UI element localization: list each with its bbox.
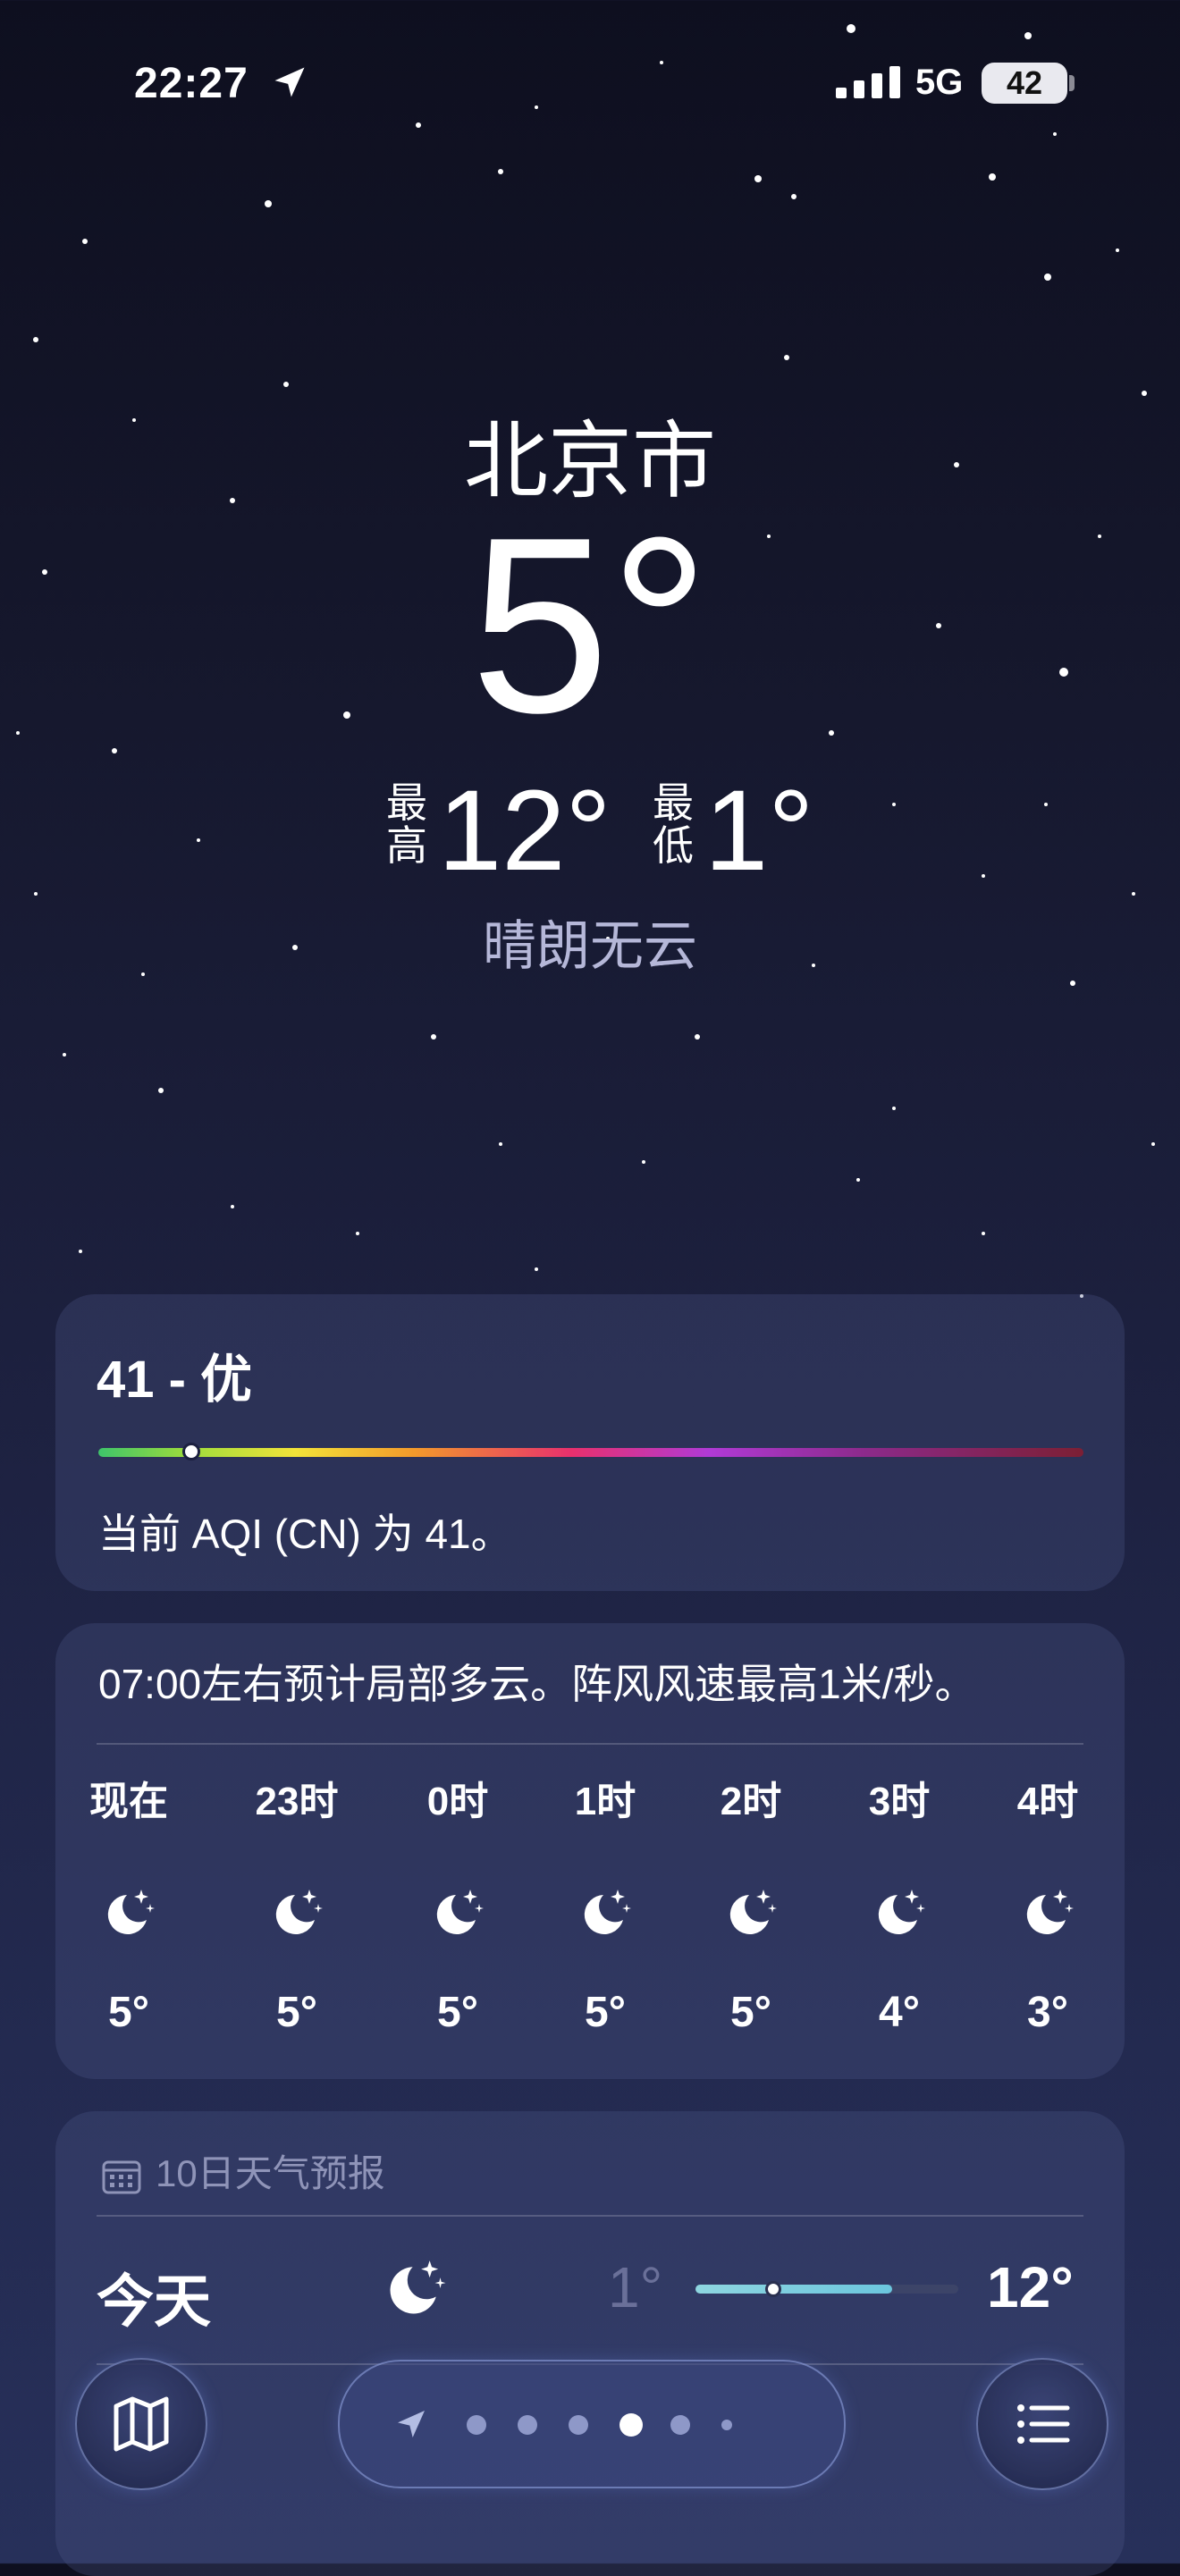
hourly-summary: 07:00左右预计局部多云。阵风风速最高1米/秒。 [98,1661,976,1707]
low-temperature: 1° [704,767,814,895]
hourly-item: 23时 5° [234,1775,359,2037]
map-icon [114,2396,169,2452]
divider [97,1743,1083,1745]
high-temperature: 12° [438,767,611,895]
forecast-low: 1° [608,2255,663,2319]
hourly-item: 现在 5° [66,1775,191,2037]
hour-temperature: 5° [585,1989,626,2036]
status-bar: 22:27 5G 42 [0,54,1180,116]
hourly-forecast-card[interactable]: 07:00左右预计局部多云。阵风风速最高1米/秒。 现在 5° 23时 5° 0时 5° 1… [55,1623,1125,2079]
hourly-item: 3时 4° [837,1775,962,2037]
city-list-button[interactable] [976,2358,1108,2490]
hourly-item: 1时 5° [543,1775,668,2037]
moon-stars-icon [1026,1890,1074,1934]
hour-label: 23时 [255,1780,339,1823]
hour-temperature: 5° [730,1989,771,2036]
forecast-header: 10日天气预报 [102,2143,385,2198]
location-arrow-icon [274,67,305,97]
hour-label: 0时 [426,1780,489,1823]
high-label: 最高 [386,779,427,869]
moon-stars-icon [390,2260,446,2314]
hour-temperature: 5° [108,1989,149,2036]
status-time: 22:27 [134,60,249,107]
hourly-item: 2时 5° [688,1775,813,2037]
list-icon [1017,2404,1070,2444]
temperature-range-fill [695,2285,892,2294]
forecast-header-label: 10日天气预报 [156,2152,385,2194]
calendar-icon [102,2160,141,2194]
moon-stars-icon [275,1890,323,1934]
hourly-item: 4时 3° [985,1775,1110,2037]
current-temp-marker [765,2281,781,2297]
hour-temperature: 3° [1027,1989,1068,2036]
battery-indicator: 42 [982,63,1067,104]
battery-cap [1069,75,1075,91]
air-quality-card[interactable]: 41 - 优 当前 AQI (CN) 为 41。 [55,1294,1125,1591]
aqi-scale-bar [98,1448,1083,1457]
page-indicator[interactable] [338,2360,846,2488]
cellular-signal-icon [836,66,900,98]
page-dot [569,2415,588,2435]
moon-stars-icon [107,1890,155,1934]
forecast-day: 今天 [97,2269,211,2334]
hour-temperature: 5° [276,1989,317,2036]
page-dot [721,2420,732,2430]
page-dot [467,2415,486,2435]
moon-stars-icon [584,1890,631,1934]
page-dot [670,2415,690,2435]
page-dot [518,2415,537,2435]
page-dot-active [620,2413,643,2437]
network-type: 5G [915,63,964,102]
aqi-level-marker [182,1443,200,1461]
location-arrow-icon [398,2411,425,2437]
hourly-item: 0时 5° [395,1775,520,2037]
moon-stars-icon [729,1890,777,1934]
hour-label: 3时 [868,1780,931,1823]
moon-stars-icon [878,1890,925,1934]
moon-stars-icon [436,1890,484,1934]
hour-temperature: 4° [879,1989,920,2036]
divider [97,2215,1083,2217]
current-temperature: 5° [470,486,710,765]
hour-label: 现在 [89,1780,168,1823]
hour-label: 1时 [574,1780,636,1823]
hour-temperature: 5° [437,1989,478,2036]
low-label: 最低 [653,779,694,869]
aqi-description: 当前 AQI (CN) 为 41。 [98,1511,512,1557]
hour-label: 2时 [720,1780,782,1823]
hour-label: 4时 [1016,1780,1079,1823]
weather-condition: 晴朗无云 [483,916,697,976]
aqi-value: 41 - 优 [97,1351,253,1409]
ten-day-forecast-card[interactable]: 10日天气预报 今天 1° 12° [55,2111,1125,2576]
map-button[interactable] [75,2358,207,2490]
forecast-high: 12° [987,2255,1074,2319]
